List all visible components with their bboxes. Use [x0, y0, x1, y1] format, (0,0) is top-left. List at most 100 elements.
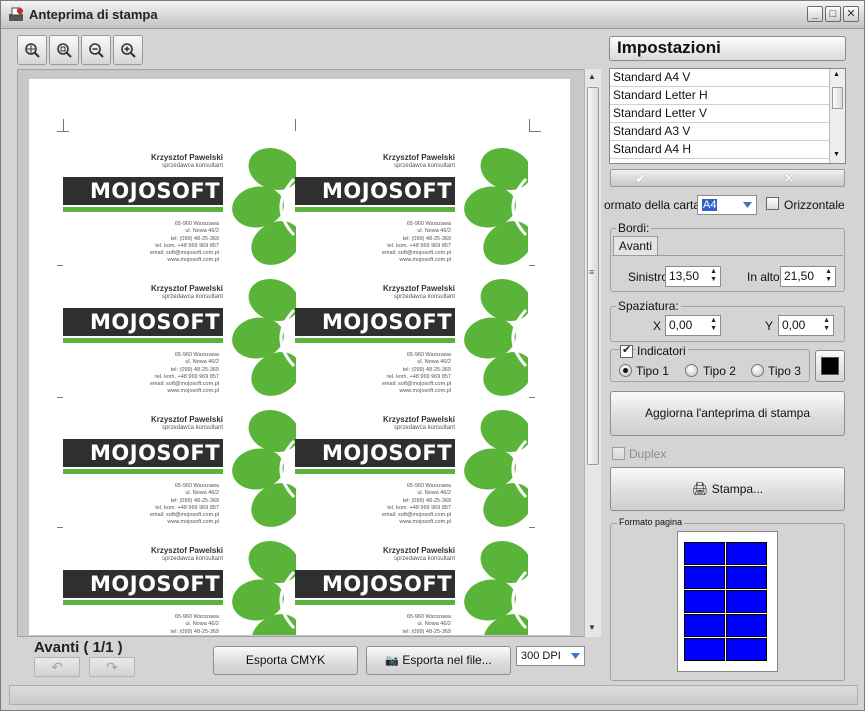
confirm-check-icon[interactable]: ✔	[635, 170, 647, 187]
minimize-button[interactable]: _	[807, 6, 823, 22]
card-brand-bar: MOJOSOFT	[295, 308, 455, 336]
tab-margins-front[interactable]: Avanti	[613, 236, 658, 256]
business-card: Krzysztof Pawelski sprzedawca konsultant…	[63, 278, 296, 406]
card-green-line	[295, 207, 455, 212]
card-address-line: tel. kom. +48 969 969 857	[387, 373, 451, 380]
scroll-down-arrow-icon[interactable]: ▼	[588, 623, 596, 632]
export-cmyk-button[interactable]: Esporta CMYK	[213, 646, 358, 675]
card-green-line	[63, 469, 223, 474]
spin-arrows-icon[interactable]: ▲ ▼	[825, 268, 832, 284]
landscape-checkbox[interactable]	[766, 197, 779, 210]
list-up-arrow-icon[interactable]: ▲	[833, 71, 840, 78]
top-margin-input[interactable]: 21,50 ▲ ▼	[780, 266, 836, 287]
zoom-in-button[interactable]	[113, 35, 143, 65]
dpi-select[interactable]: 300 DPI	[516, 646, 585, 666]
crop-mark	[529, 265, 535, 266]
print-label: Stampa...	[711, 482, 764, 496]
printer-app-icon	[9, 7, 23, 21]
spin-arrows-icon[interactable]: ▲ ▼	[710, 268, 717, 284]
page-format-label: Formato pagina	[617, 517, 685, 527]
color-swatch	[821, 357, 839, 375]
format-list-item[interactable]: Standard Letter H	[610, 87, 829, 105]
printer-icon: 🖨	[691, 481, 709, 496]
paper-format-select[interactable]: A4	[697, 195, 757, 215]
list-down-arrow-icon[interactable]: ▼	[833, 151, 840, 158]
print-preview-window: Anteprima di stampa _ □ ✕ Krzysztof Pawe…	[0, 0, 865, 711]
undo-arrow-icon: ↶	[51, 659, 63, 675]
card-address: 65-960 Warszawa ul. Nowa 46/2 tel: (099) 4…	[150, 614, 219, 635]
card-brand: MOJOSOFT	[322, 310, 453, 334]
format-list-item[interactable]: Standard Letter V	[610, 105, 829, 123]
zoom-in-icon	[121, 43, 136, 58]
crop-mark	[63, 119, 64, 131]
type1-label: Tipo 1	[636, 364, 669, 378]
card-brand: MOJOSOFT	[90, 310, 221, 334]
format-list[interactable]: ▲ ▼ Standard A4 V Standard Letter H Standa…	[609, 68, 846, 164]
window-title: Anteprima di stampa	[29, 7, 158, 22]
business-card: Krzysztof Pawelski sprzedawca konsultant…	[63, 409, 296, 537]
left-margin-label: Sinistro	[628, 270, 669, 284]
card-role: sprzedawca konsultant	[161, 294, 223, 300]
card-address-line: tel: (099) 48-25-369	[402, 497, 451, 504]
card-address-line: ul. Nowa 46/2	[417, 490, 451, 497]
card-address: 65-960 Warszawa ul. Nowa 46/2 tel: (099) 4…	[382, 352, 451, 396]
crop-mark	[529, 397, 535, 398]
print-button[interactable]: 🖨 Stampa...	[610, 467, 845, 511]
previous-page-button[interactable]: ↶	[34, 657, 80, 677]
indicator-color-button[interactable]	[815, 350, 845, 382]
export-file-label: Esporta nel file...	[402, 653, 492, 667]
indicators-checkbox[interactable]: ✔	[620, 344, 633, 358]
export-file-button[interactable]: 📷 Esporta nel file...	[366, 646, 511, 675]
spacing-y-input[interactable]: 0,00 ▲ ▼	[778, 315, 834, 336]
next-page-button[interactable]: ↷	[89, 657, 135, 677]
delete-x-icon[interactable]: ✕	[783, 170, 795, 187]
list-scroll-thumb[interactable]	[832, 87, 843, 109]
maximize-button[interactable]: □	[825, 6, 841, 22]
card-address-line: tel: (099) 48-25-369	[402, 628, 451, 635]
scroll-up-arrow-icon[interactable]: ▲	[588, 72, 596, 81]
refresh-preview-button[interactable]: Aggiorna l'anteprima di stampa	[610, 391, 845, 436]
preview-page: Krzysztof Pawelski sprzedawca konsultant…	[29, 79, 570, 635]
spin-arrows-icon[interactable]: ▲ ▼	[710, 317, 717, 333]
card-address: 65-960 Warszawa ul. Nowa 46/2 tel: (099) 4…	[382, 614, 451, 635]
duplex-label: Duplex	[629, 447, 667, 461]
card-brand: MOJOSOFT	[322, 441, 453, 465]
card-address-line: 65-960 Warszawa	[174, 483, 219, 489]
card-brand-bar: MOJOSOFT	[63, 308, 223, 336]
format-list-item[interactable]: Standard A4 H	[610, 141, 829, 159]
zoom-page-button[interactable]	[49, 35, 79, 65]
duplex-checkbox[interactable]	[612, 447, 625, 460]
left-margin-input[interactable]: 13,50 ▲ ▼	[665, 266, 721, 287]
business-card: Krzysztof Pawelski sprzedawca konsultant…	[295, 409, 528, 537]
card-role: sprzedawca konsultant	[161, 556, 223, 562]
format-list-scrollbar[interactable]: ▲ ▼	[829, 69, 845, 163]
format-list-item[interactable]: Standard A3 V	[610, 123, 829, 141]
type3-label: Tipo 3	[768, 364, 801, 378]
business-card: Krzysztof Pawelski sprzedawca konsultant…	[295, 147, 528, 275]
type1-radio[interactable]	[619, 364, 632, 377]
spacing-x-input[interactable]: 0,00 ▲ ▼	[665, 315, 721, 336]
card-address-line: tel. kom. +48 969 969 857	[387, 504, 451, 511]
zoom-out-button[interactable]	[81, 35, 111, 65]
card-name: Krzysztof Pawelski	[382, 415, 455, 424]
card-address: 65-960 Warszawa ul. Nowa 46/2 tel: (099) 4…	[150, 221, 219, 265]
zoom-fit-icon	[25, 43, 40, 58]
card-address-line: tel: (099) 48-25-369	[402, 235, 451, 242]
dropdown-arrow-icon	[571, 653, 580, 659]
card-address-line: tel. kom. +48 969 969 857	[155, 504, 219, 511]
card-address-line: ul. Nowa 46/2	[185, 359, 219, 366]
close-button[interactable]: ✕	[843, 6, 859, 22]
card-address-line: tel: (099) 48-25-369	[170, 497, 219, 504]
card-green-line	[295, 469, 455, 474]
card-brand-bar: MOJOSOFT	[63, 439, 223, 467]
card-brand-bar: MOJOSOFT	[63, 177, 223, 205]
type2-radio[interactable]	[685, 364, 698, 377]
card-name: Krzysztof Pawelski	[150, 415, 223, 424]
format-list-item[interactable]: Standard A4 V	[610, 69, 829, 87]
crop-mark	[57, 527, 63, 528]
preview-scrollbar[interactable]: ▲ ≡ ▼	[584, 69, 601, 637]
type3-radio[interactable]	[751, 364, 764, 377]
zoom-fit-button[interactable]	[17, 35, 47, 65]
layout-cell	[684, 542, 725, 565]
spin-arrows-icon[interactable]: ▲ ▼	[823, 317, 830, 333]
